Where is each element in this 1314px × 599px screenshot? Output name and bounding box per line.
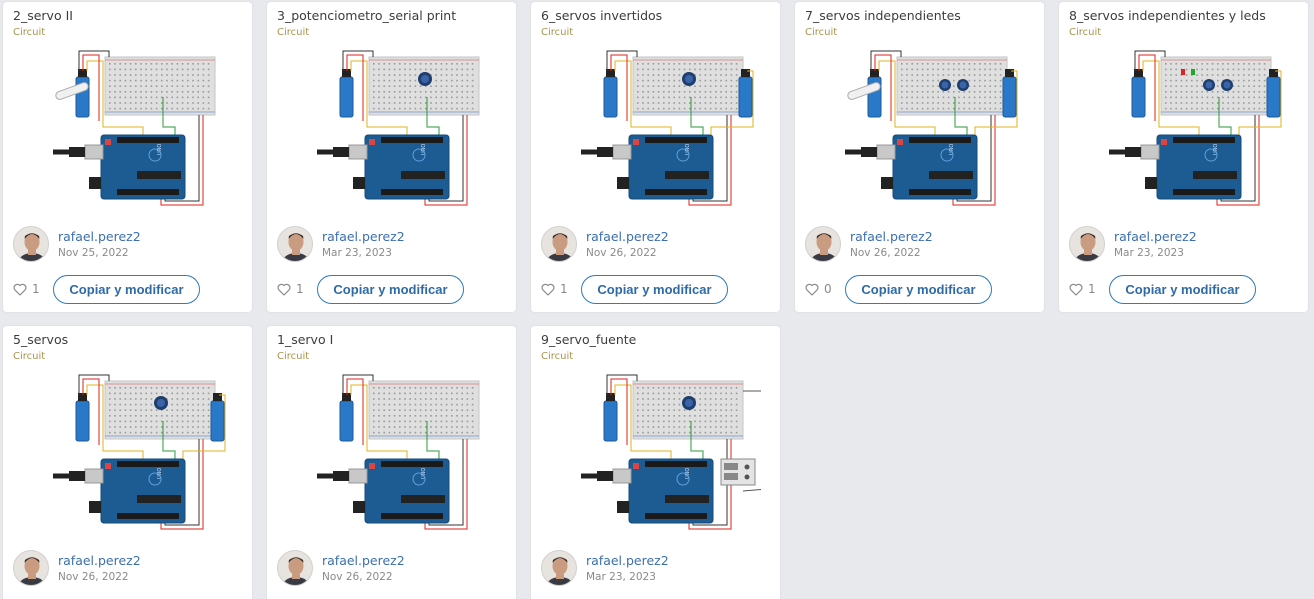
like-control[interactable]: 1	[1069, 282, 1096, 296]
card-thumbnail[interactable]: UNO	[297, 371, 497, 541]
card-thumbnail[interactable]: UNO	[1089, 47, 1289, 217]
card-type-label: Circuit	[277, 27, 310, 38]
author-link[interactable]: rafael.perez2	[850, 229, 933, 244]
copy-and-modify-button[interactable]: Copiar y modificar	[845, 275, 992, 304]
card-date: Nov 25, 2022	[58, 247, 129, 259]
heart-outline-icon[interactable]	[541, 283, 555, 296]
card-type-label: Circuit	[541, 351, 574, 362]
like-count: 1	[32, 282, 40, 296]
circuit-thumbnail: UNO	[53, 50, 216, 206]
copy-and-modify-button[interactable]: Copiar y modificar	[53, 275, 200, 304]
card-date: Mar 23, 2023	[1114, 247, 1184, 259]
card-thumbnail[interactable]: UNO	[561, 47, 761, 217]
avatar[interactable]	[541, 550, 577, 586]
card-type-label: Circuit	[13, 351, 46, 362]
like-count: 1	[296, 282, 304, 296]
like-control[interactable]: 1	[541, 282, 568, 296]
circuit-thumbnail: UNO	[317, 374, 480, 530]
heart-outline-icon[interactable]	[13, 283, 27, 296]
card-type-label: Circuit	[277, 351, 310, 362]
author-link[interactable]: rafael.perez2	[322, 553, 405, 568]
card-title[interactable]: 1_servo I	[277, 332, 333, 347]
circuit-thumbnail: UNO	[845, 50, 1018, 206]
copy-and-modify-button[interactable]: Copiar y modificar	[317, 275, 464, 304]
avatar[interactable]	[805, 226, 841, 262]
heart-outline-icon[interactable]	[277, 283, 291, 296]
project-card[interactable]: 9_servo_fuente Circuit UNO rafael.perez2 Mar…	[531, 326, 780, 599]
project-card[interactable]: 6_servos invertidos Circuit UNO rafael.pere…	[531, 2, 780, 312]
author-link[interactable]: rafael.perez2	[586, 229, 669, 244]
author-link[interactable]: rafael.perez2	[1114, 229, 1197, 244]
card-title[interactable]: 5_servos	[13, 332, 68, 347]
circuit-thumbnail: UNO	[1109, 50, 1282, 206]
card-thumbnail[interactable]: UNO	[33, 47, 233, 217]
project-card[interactable]: 2_servo II Circuit UNO rafael.perez2 Nov 25,…	[3, 2, 252, 312]
like-count: 0	[824, 282, 832, 296]
card-type-label: Circuit	[805, 27, 838, 38]
author-link[interactable]: rafael.perez2	[322, 229, 405, 244]
card-date: Nov 26, 2022	[850, 247, 921, 259]
like-control[interactable]: 1	[13, 282, 40, 296]
heart-outline-icon[interactable]	[805, 283, 819, 296]
author-link[interactable]: rafael.perez2	[58, 229, 141, 244]
card-date: Nov 26, 2022	[322, 571, 393, 583]
project-card[interactable]: 7_servos independientes Circuit UNO rafael.…	[795, 2, 1044, 312]
avatar[interactable]	[13, 550, 49, 586]
circuit-thumbnail: UNO	[581, 374, 768, 530]
like-count: 1	[560, 282, 568, 296]
card-title[interactable]: 3_potenciometro_serial print	[277, 8, 456, 23]
card-type-label: Circuit	[13, 27, 46, 38]
card-thumbnail[interactable]: UNO	[561, 371, 768, 541]
card-date: Nov 26, 2022	[58, 571, 129, 583]
card-title[interactable]: 9_servo_fuente	[541, 332, 636, 347]
card-thumbnail[interactable]: UNO	[297, 47, 497, 217]
card-thumbnail[interactable]: UNO	[825, 47, 1025, 217]
card-title[interactable]: 6_servos invertidos	[541, 8, 662, 23]
avatar[interactable]	[541, 226, 577, 262]
card-title[interactable]: 8_servos independientes y leds	[1069, 8, 1266, 23]
author-link[interactable]: rafael.perez2	[58, 553, 141, 568]
card-date: Mar 23, 2023	[322, 247, 392, 259]
like-control[interactable]: 0	[805, 282, 832, 296]
card-title[interactable]: 7_servos independientes	[805, 8, 961, 23]
project-card[interactable]: 3_potenciometro_serial print Circuit UNO ra…	[267, 2, 516, 312]
circuit-thumbnail: UNO	[53, 374, 226, 530]
heart-outline-icon[interactable]	[1069, 283, 1083, 296]
project-card[interactable]: 8_servos independientes y leds Circuit UNO…	[1059, 2, 1308, 312]
avatar[interactable]	[277, 226, 313, 262]
author-link[interactable]: rafael.perez2	[586, 553, 669, 568]
copy-and-modify-button[interactable]: Copiar y modificar	[1109, 275, 1256, 304]
circuit-thumbnail: UNO	[581, 50, 754, 206]
avatar[interactable]	[277, 550, 313, 586]
card-date: Mar 23, 2023	[586, 571, 656, 583]
project-card[interactable]: 5_servos Circuit UNO rafael.perez2 Nov 26, 2…	[3, 326, 252, 599]
copy-and-modify-button[interactable]: Copiar y modificar	[581, 275, 728, 304]
card-title[interactable]: 2_servo II	[13, 8, 73, 23]
like-control[interactable]: 1	[277, 282, 304, 296]
card-type-label: Circuit	[1069, 27, 1102, 38]
card-type-label: Circuit	[541, 27, 574, 38]
like-count: 1	[1088, 282, 1096, 296]
avatar[interactable]	[13, 226, 49, 262]
card-date: Nov 26, 2022	[586, 247, 657, 259]
avatar[interactable]	[1069, 226, 1105, 262]
project-card[interactable]: 1_servo I Circuit UNO rafael.perez2 Nov 26, …	[267, 326, 516, 599]
card-thumbnail[interactable]: UNO	[33, 371, 233, 541]
circuit-thumbnail: UNO	[317, 50, 480, 206]
